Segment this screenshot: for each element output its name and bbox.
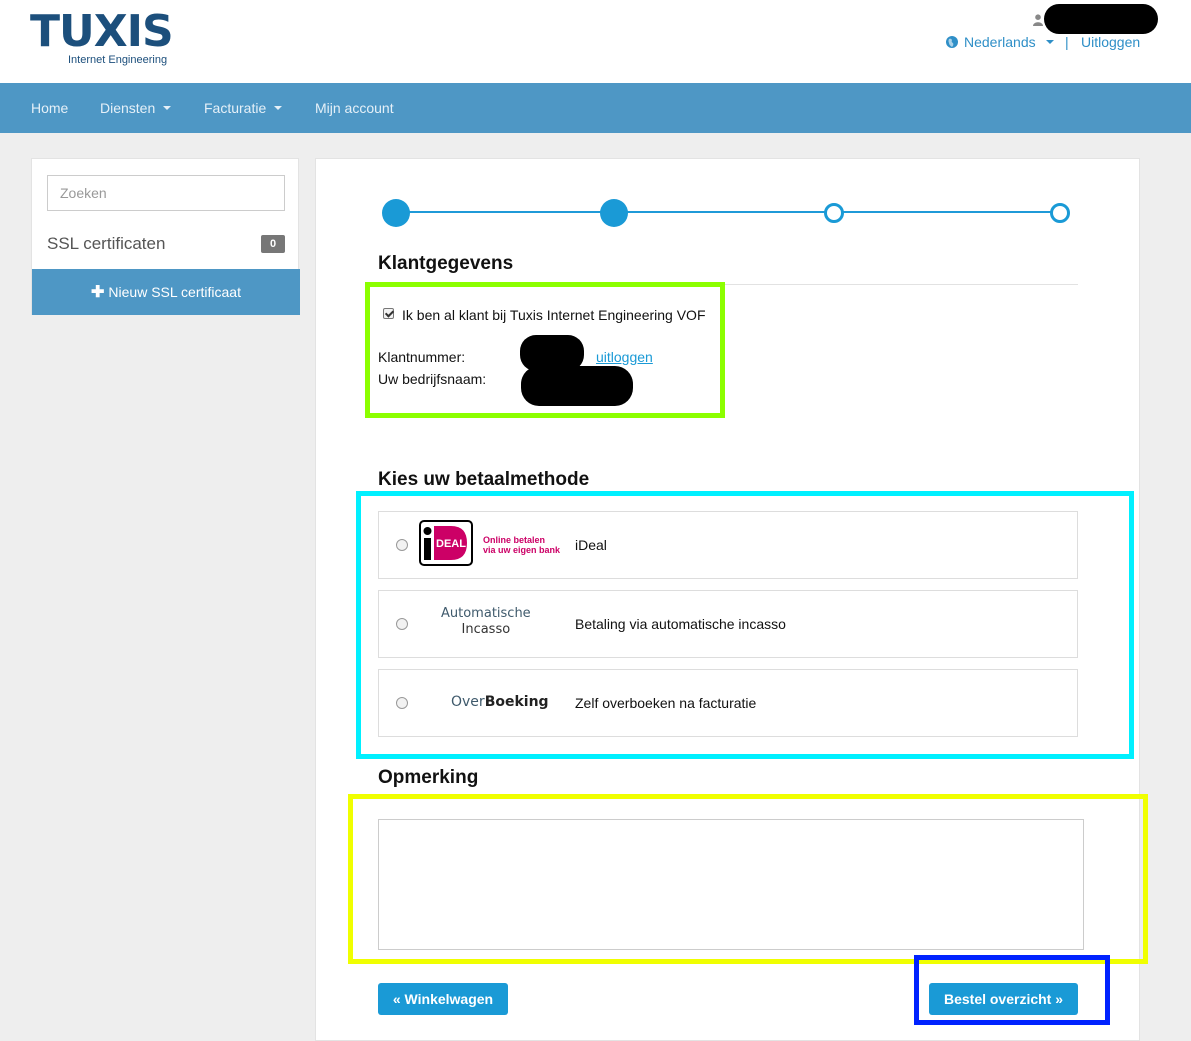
- nav-item-facturatie[interactable]: Facturatie: [204, 83, 283, 133]
- checkout-panel: Klantgegevens Ik ben al klant bij Tuxis …: [315, 158, 1140, 1041]
- ideal-logo-icon: DEAL: [419, 520, 473, 566]
- plus-icon: ✚: [91, 284, 105, 301]
- logo-wordmark: TUXIS: [30, 6, 174, 57]
- company-name-label: Uw bedrijfsnaam:: [378, 371, 487, 387]
- payment-heading: Kies uw betaalmethode: [378, 469, 590, 490]
- existing-customer-label: Ik ben al klant bij Tuxis Internet Engin…: [402, 307, 706, 323]
- payment-label-overboeking: Zelf overboeken na facturatie: [575, 695, 757, 711]
- divider: [378, 284, 1078, 285]
- progress-line: [396, 211, 1060, 213]
- overboeking-logo: OverBoeking: [451, 694, 549, 710]
- customer-logout-link[interactable]: uitloggen: [596, 349, 653, 365]
- nav-item-diensten[interactable]: Diensten: [100, 83, 172, 133]
- step-4-pending: [1050, 203, 1070, 223]
- overboeking-logo-part2: Boeking: [484, 694, 549, 710]
- overboeking-logo-part1: Over: [451, 694, 485, 710]
- nav-item-label: Home: [31, 100, 69, 116]
- chevron-down-icon: [1045, 40, 1054, 44]
- sidebar: Zoeken SSL certificaten 0 ✚ Nieuw SSL cer…: [31, 158, 300, 315]
- customer-number-label: Klantnummer:: [378, 349, 466, 365]
- user-icon: [1033, 14, 1043, 26]
- ideal-radio[interactable]: [396, 539, 408, 551]
- ideal-tagline-2: via uw eigen bank: [483, 545, 561, 555]
- existing-customer-checkbox[interactable]: [383, 308, 394, 319]
- payment-label-ideal: iDeal: [575, 537, 607, 553]
- globe-icon: [946, 36, 958, 48]
- automatische-incasso-logo: Automatische Incasso: [441, 606, 531, 638]
- chevron-down-icon: [274, 106, 283, 110]
- redacted-username: [1044, 4, 1158, 34]
- redacted-company-name: [521, 366, 633, 406]
- language-label: Nederlands: [964, 34, 1036, 50]
- ideal-tagline: Online betalen via uw eigen bank: [483, 535, 560, 555]
- customer-heading: Klantgegevens: [378, 253, 514, 274]
- incasso-logo-line2: Incasso: [461, 622, 511, 637]
- step-3-pending: [824, 203, 844, 223]
- main-navbar: Home Diensten Facturatie Mijn account: [0, 83, 1191, 133]
- incasso-radio[interactable]: [396, 618, 408, 630]
- incasso-logo-line1: Automatische: [441, 606, 531, 621]
- nav-item-mijn-account[interactable]: Mijn account: [315, 83, 394, 133]
- back-to-cart-button[interactable]: « Winkelwagen: [378, 983, 508, 1015]
- step-1-complete: [382, 199, 410, 227]
- remark-textarea[interactable]: [378, 819, 1084, 950]
- nav-item-label: Mijn account: [315, 100, 394, 116]
- order-overview-button[interactable]: Bestel overzicht »: [929, 983, 1078, 1015]
- payment-option-overboeking[interactable]: OverBoeking Zelf overboeken na facturati…: [378, 669, 1078, 737]
- new-ssl-label: Nieuw SSL certificaat: [108, 284, 241, 300]
- step-2-complete: [600, 199, 628, 227]
- payment-label-incasso: Betaling via automatische incasso: [575, 616, 786, 632]
- svg-text:DEAL: DEAL: [436, 538, 466, 550]
- logo-tagline: Internet Engineering: [68, 54, 168, 66]
- count-badge: 0: [261, 235, 285, 253]
- payment-option-incasso[interactable]: Automatische Incasso Betaling via automa…: [378, 590, 1078, 658]
- nav-item-home[interactable]: Home: [31, 83, 68, 133]
- chevron-down-icon: [163, 106, 172, 110]
- remark-heading: Opmerking: [378, 767, 479, 788]
- ideal-tagline-1: Online betalen: [483, 535, 546, 545]
- nav-item-label: Diensten: [100, 100, 156, 116]
- payment-option-ideal[interactable]: DEAL Online betalen via uw eigen bank iDe…: [378, 511, 1078, 579]
- overboeking-radio[interactable]: [396, 697, 408, 709]
- sidebar-category-ssl[interactable]: SSL certificaten: [47, 234, 165, 254]
- header-separator: |: [1065, 34, 1069, 50]
- new-ssl-button[interactable]: ✚ Nieuw SSL certificaat: [32, 269, 300, 315]
- nav-item-label: Facturatie: [204, 100, 267, 116]
- header: TUXIS Internet Engineering Nederlands | …: [0, 0, 1191, 83]
- language-selector[interactable]: Nederlands: [946, 34, 1054, 50]
- logout-link[interactable]: Uitloggen: [1081, 34, 1140, 50]
- search-input[interactable]: Zoeken: [47, 175, 285, 211]
- tuxis-logo[interactable]: TUXIS Internet Engineering: [30, 6, 174, 66]
